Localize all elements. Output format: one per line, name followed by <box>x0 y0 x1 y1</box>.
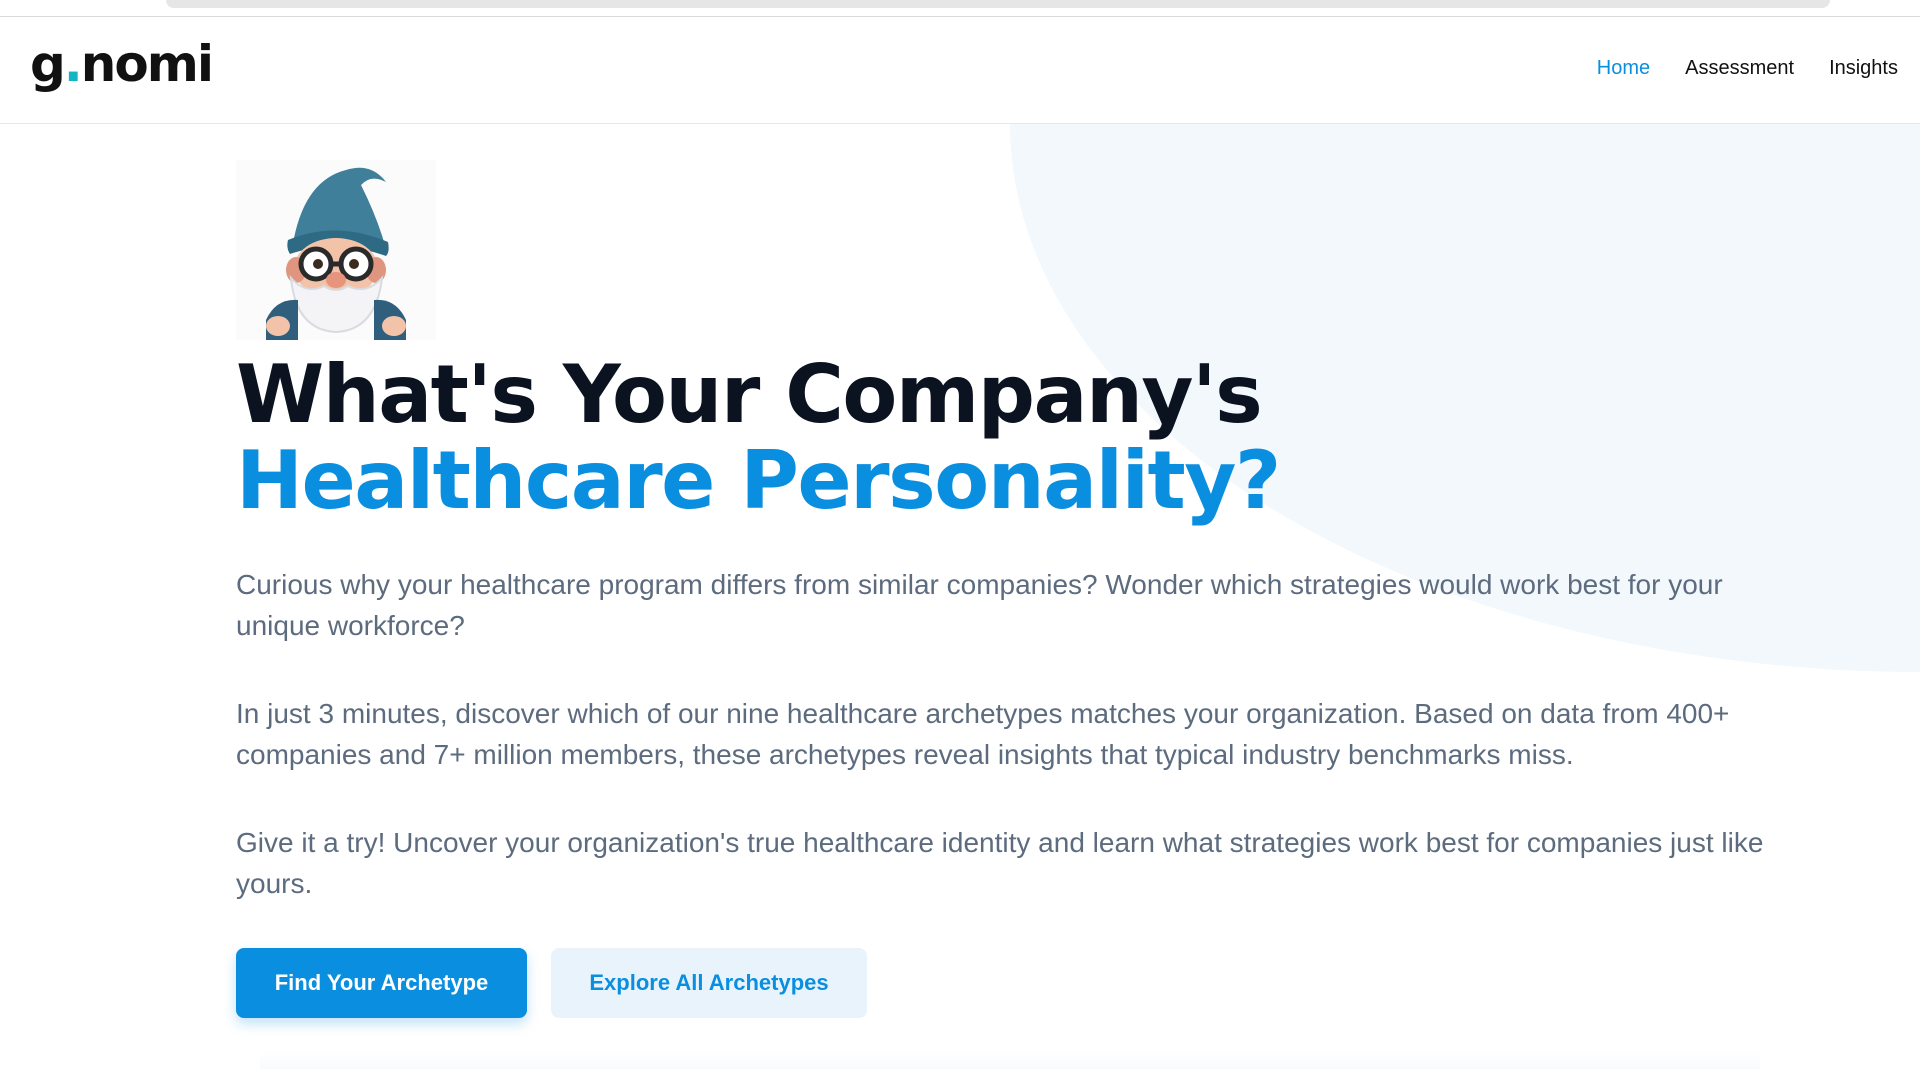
intro-paragraph-3: Give it a try! Uncover your organization… <box>236 827 1764 899</box>
page-title: What's Your Company's Healthcare Persona… <box>236 352 1756 524</box>
main-nav: Home Assessment Insights <box>1597 57 1898 80</box>
gnome-wizard-mascot-icon <box>236 160 436 340</box>
nav-assessment-link[interactable]: Assessment <box>1685 57 1794 80</box>
nav-insights-link[interactable]: Insights <box>1829 57 1898 80</box>
browser-top-strip <box>0 0 1920 17</box>
logo-text-g: g <box>30 35 66 93</box>
intro-paragraph-2: In just 3 minutes, discover which of our… <box>236 698 1730 770</box>
intro-paragraph-1: Curious why your healthcare program diff… <box>236 569 1723 641</box>
title-main: What's Your Company's <box>236 348 1263 441</box>
gnomi-logo[interactable]: g.nomi <box>30 39 214 89</box>
horizontal-scrollbar[interactable] <box>166 0 1830 8</box>
top-navbar: g.nomi Home Assessment Insights <box>0 17 1920 124</box>
explore-archetypes-button[interactable]: Explore All Archetypes <box>551 948 867 1018</box>
find-archetype-button[interactable]: Find Your Archetype <box>236 948 527 1018</box>
nav-home-link[interactable]: Home <box>1597 57 1650 80</box>
title-accent: Healthcare Personality? <box>236 434 1281 527</box>
logo-text-nomi: nomi <box>80 35 214 93</box>
logo-dot: . <box>63 35 83 93</box>
content-card-edge <box>260 1050 1760 1069</box>
